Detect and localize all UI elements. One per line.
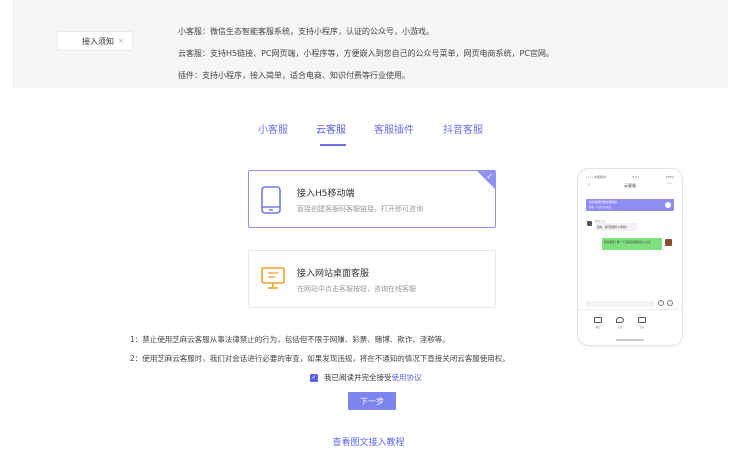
home-indicator [616,339,644,341]
phone-banner: 欢迎使用智能客服系统 客服 · 在线为您服务 [586,199,674,211]
agent-message: 您好，请问需要什么帮助？ [595,223,637,231]
tool-label: 评价 [639,326,645,329]
notice-tag[interactable]: 接入须知 × [57,31,133,51]
notice-tag-label: 接入须知 [82,36,114,46]
user-message: 您好我想了解一下芝麻云客服的接入方式 [602,238,662,250]
mobile-icon [261,186,281,218]
agreement-link[interactable]: 使用协议 [392,372,422,383]
tab-douyin-service[interactable]: 抖音客服 [443,121,483,136]
tutorial-link[interactable]: 查看图文接入教程 [0,435,737,448]
notice-line: 云客服：支持H5链接、PC网页端，小程序等，方便嵌入到您自己的公众号菜单，网页电… [178,49,554,58]
more-icon: ··· [667,181,672,187]
card-h5-mobile[interactable]: 接入H5移动端 直接创建客服码客服链接，打开即可咨询 ✓ [248,170,496,228]
status-carrier: •••• 中国移动 [586,175,607,179]
card-subtitle: 直接创建客服码客服链接，打开即可咨询 [297,205,423,213]
status-battery: 100% [665,175,674,179]
card-title: 接入H5移动端 [297,189,355,199]
rule-item: 1：禁止使用芝麻云客服从事法律禁止的行为，包括但不限于网赚、彩票、赌博、欺诈、淫… [130,335,450,344]
tab-cloud-service[interactable]: 云客服 [316,121,346,136]
notice-line: 插件：支持小程序，接入简单，适合电商、知识付费等行业使用。 [178,71,410,80]
agreement-row: ✓ 我已阅读并完全接受 使用协议 [310,372,422,383]
tab-mini-service[interactable]: 小客服 [258,121,288,136]
image-tool: 图片 [592,317,604,329]
agent-avatar [587,221,592,226]
image-icon [594,317,602,323]
monitor-icon [261,266,285,294]
tab-service-plugin[interactable]: 客服插件 [374,121,414,136]
emoji-icon [658,300,664,306]
notice-line: 小客服：微信生态智能客服系统，支持小程序，认证的公众号，小游戏。 [178,27,434,36]
card-title: 接入网站桌面客服 [297,269,370,279]
location-icon [616,317,624,323]
rule-item: 2：使用芝麻云客服时，我们对会话进行必要的审查，如果发现违规，将在不通知的情况下… [130,354,510,363]
user-avatar [665,239,672,246]
notice-text: 小客服：微信生态智能客服系统，支持小程序，认证的公众号，小游戏。 云客服：支持H… [178,21,554,87]
card-subtitle: 在网站中点击客服按钮，咨询在线客服 [297,285,416,293]
rate-tool: 评价 [636,317,648,329]
agree-text: 我已阅读并完全接受 [324,373,392,382]
banner-title: 欢迎使用智能客服系统 [589,200,617,204]
tool-label: 位置 [617,326,623,329]
phone-status-bar: •••• 中国移动 9:41 100% [586,175,674,179]
status-time: 9:41 [632,175,640,179]
divider [578,309,682,310]
chat-input [586,301,654,307]
phone-icon [665,202,671,208]
active-tab-indicator [320,144,346,146]
banner-subtitle: 客服 · 在线为您服务 [589,206,612,209]
service-type-tabs: 小客服 云客服 客服插件 抖音客服 [0,121,737,151]
location-tool: 位置 [614,317,626,329]
tool-label: 图片 [595,326,601,329]
plus-icon [667,300,673,306]
next-button[interactable]: 下一步 [348,392,396,410]
check-icon: ✓ [486,172,493,181]
close-icon[interactable]: × [118,37,124,45]
agree-checkbox[interactable]: ✓ [310,373,318,382]
card-desktop-web[interactable]: 接入网站桌面客服 在网站中点击客服按钮，咨询在线客服 [248,250,496,308]
phone-preview: •••• 中国移动 9:41 100% ‹ 云客服 ··· 欢迎使用智能客服系统… [577,168,683,346]
rate-icon [638,317,646,323]
usage-rules: 1：禁止使用芝麻云客服从事法律禁止的行为，包括但不限于网赚、彩票、赌博、欺诈、淫… [130,330,510,368]
